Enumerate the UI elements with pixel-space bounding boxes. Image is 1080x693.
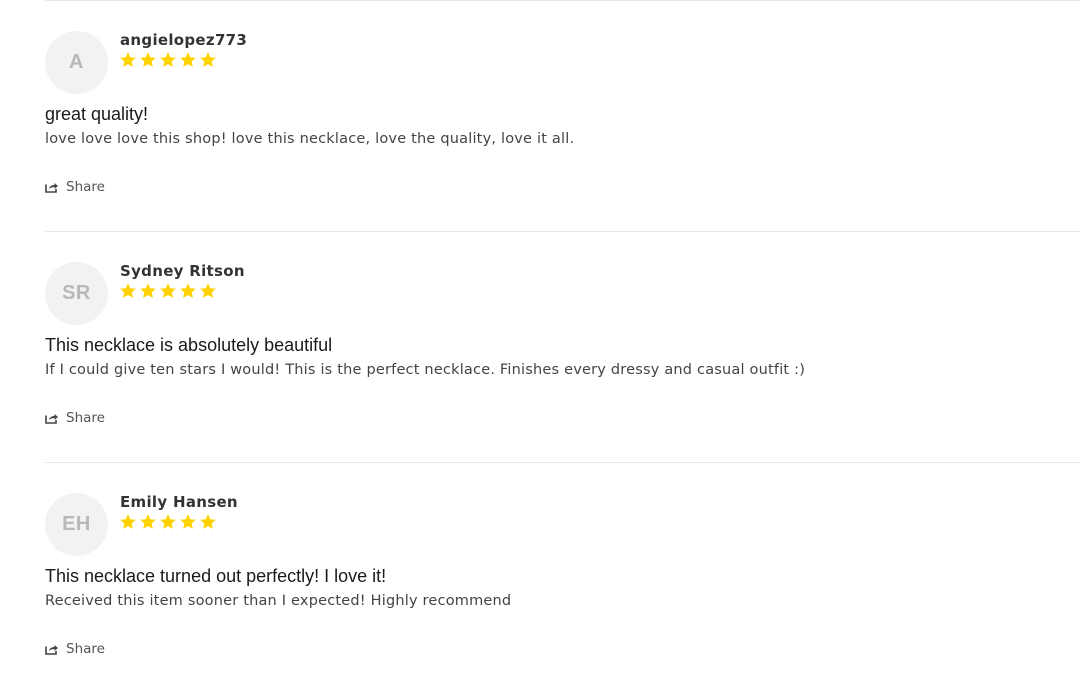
review-item: SR Sydney Ritson This necklace is absolu… [45, 231, 1080, 462]
share-button[interactable]: Share [45, 410, 105, 426]
avatar: SR [45, 262, 108, 325]
star-rating [119, 51, 217, 69]
review-item: EH Emily Hansen This necklace turned out… [45, 462, 1080, 693]
star-icon [199, 513, 217, 531]
review-title: This necklace turned out perfectly! I lo… [45, 566, 387, 586]
star-icon [199, 51, 217, 69]
avatar: EH [45, 493, 108, 556]
share-label: Share [66, 179, 105, 195]
avatar: A [45, 31, 108, 94]
star-icon [179, 513, 197, 531]
star-icon [159, 282, 177, 300]
star-icon [179, 51, 197, 69]
star-rating [119, 282, 217, 300]
star-icon [179, 282, 197, 300]
star-icon [119, 51, 137, 69]
share-label: Share [66, 410, 105, 426]
review-body: Received this item sooner than I expecte… [45, 593, 512, 609]
star-rating [119, 513, 217, 531]
share-button[interactable]: Share [45, 179, 105, 195]
review-author: Emily Hansen [120, 493, 238, 511]
star-icon [139, 51, 157, 69]
star-icon [139, 513, 157, 531]
review-body: love love love this shop! love this neck… [45, 131, 575, 147]
share-icon [45, 643, 59, 655]
star-icon [119, 513, 137, 531]
star-icon [139, 282, 157, 300]
review-author: Sydney Ritson [120, 262, 245, 280]
reviews-list: A angielopez773 great quality! love love… [45, 0, 1080, 693]
review-title: great quality! [45, 104, 149, 124]
star-icon [119, 282, 137, 300]
share-icon [45, 181, 59, 193]
review-body: If I could give ten stars I would! This … [45, 362, 806, 378]
star-icon [159, 513, 177, 531]
share-label: Share [66, 641, 105, 657]
star-icon [159, 51, 177, 69]
review-item: A angielopez773 great quality! love love… [45, 0, 1080, 231]
share-button[interactable]: Share [45, 641, 105, 657]
star-icon [199, 282, 217, 300]
share-icon [45, 412, 59, 424]
review-title: This necklace is absolutely beautiful [45, 335, 333, 355]
review-author: angielopez773 [120, 31, 248, 49]
